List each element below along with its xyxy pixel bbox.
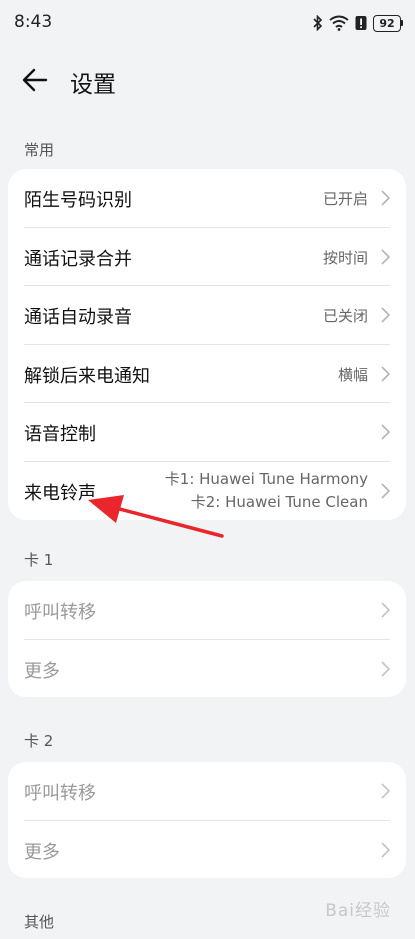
settings-card-common: 陌生号码识别 已开启 通话记录合并 按时间 通话自动录音 已关闭 解锁后来电通知…: [8, 169, 406, 520]
chevron-right-icon: [381, 602, 390, 618]
chevron-right-icon: [381, 660, 390, 677]
section-label-card1: 卡 1: [24, 551, 54, 569]
row-voice-control[interactable]: 语音控制: [24, 403, 390, 462]
row-auto-record[interactable]: 通话自动录音 已关闭: [24, 286, 390, 345]
row-label: 通话自动录音: [24, 307, 132, 328]
row-value: 已关闭: [322, 307, 368, 325]
page-title: 设置: [70, 72, 116, 98]
row-label: 来电铃声: [24, 482, 96, 504]
row-label: 呼叫转移: [24, 783, 96, 804]
bluetooth-icon: [313, 15, 323, 31]
battery-icon: 92: [373, 14, 403, 32]
status-bar: 8:43 92: [0, 0, 415, 46]
settings-card-sim2: 呼叫转移 更多: [8, 762, 406, 878]
chevron-right-icon: [381, 783, 390, 799]
row-label: 通话记录合并: [24, 248, 132, 270]
section-label-other: 其他: [24, 913, 55, 931]
chevron-right-icon: [381, 190, 390, 206]
row-value: 按时间: [322, 248, 368, 267]
chevron-right-icon: [381, 248, 390, 265]
row-label: 语音控制: [24, 424, 96, 445]
row-ringtone[interactable]: 来电铃声 卡1: Huawei Tune Harmony 卡2: Huawei …: [24, 462, 390, 520]
chevron-right-icon: [381, 424, 390, 440]
row-value: 横幅: [337, 365, 368, 384]
row-call-forwarding-sim1[interactable]: 呼叫转移: [24, 581, 390, 640]
section-label-common: 常用: [24, 141, 55, 159]
header: 设置: [0, 52, 415, 108]
section-label-card2: 卡 2: [24, 732, 54, 750]
battery-level: 92: [373, 14, 401, 32]
chevron-right-icon: [381, 841, 390, 858]
row-label: 更多: [24, 660, 60, 682]
row-label: 解锁后来电通知: [24, 365, 150, 387]
back-arrow-icon[interactable]: [18, 62, 54, 98]
chevron-right-icon: [381, 482, 390, 499]
ringtone-values: 卡1: Huawei Tune Harmony 卡2: Huawei Tune …: [165, 468, 368, 514]
row-label: 呼叫转移: [24, 602, 96, 623]
row-call-forwarding-sim2[interactable]: 呼叫转移: [24, 762, 390, 821]
row-more-sim1[interactable]: 更多: [24, 640, 390, 698]
settings-card-sim1: 呼叫转移 更多: [8, 581, 406, 697]
ringtone-sim2: 卡2: Huawei Tune Clean: [190, 492, 368, 511]
row-label: 陌生号码识别: [24, 190, 132, 211]
ringtone-sim1: 卡1: Huawei Tune Harmony: [164, 469, 368, 488]
watermark: Bai经验: [325, 901, 391, 921]
chevron-right-icon: [381, 365, 390, 382]
wifi-icon: [329, 15, 349, 31]
row-unknown-number-id[interactable]: 陌生号码识别 已开启: [24, 169, 390, 228]
alert-icon: [355, 16, 367, 30]
row-unlock-call-notice[interactable]: 解锁后来电通知 横幅: [24, 345, 390, 403]
chevron-right-icon: [381, 307, 390, 323]
status-icons: 92: [313, 12, 403, 34]
status-time: 8:43: [14, 12, 53, 32]
row-value: 已开启: [322, 190, 368, 208]
row-call-log-merge[interactable]: 通话记录合并 按时间: [24, 228, 390, 286]
row-more-sim2[interactable]: 更多: [24, 821, 390, 879]
row-label: 更多: [24, 841, 60, 863]
